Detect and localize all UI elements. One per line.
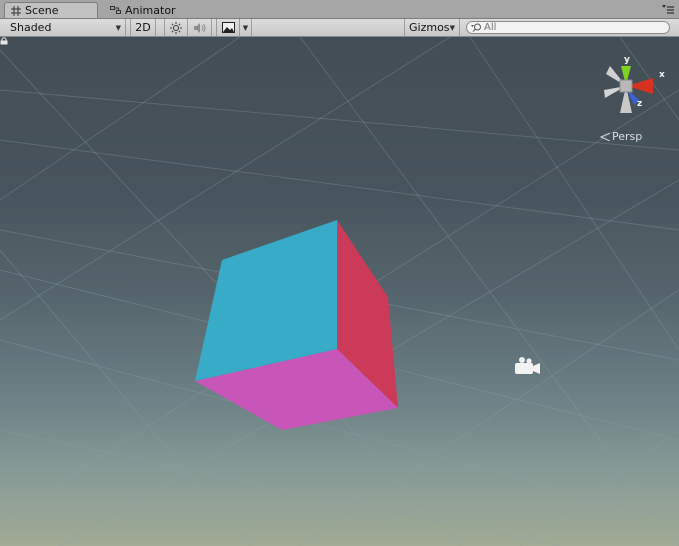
search-icon — [471, 23, 481, 32]
search-field[interactable] — [466, 21, 670, 34]
gizmos-label: Gizmos — [409, 21, 450, 34]
tab-animator[interactable]: Animator — [104, 2, 188, 18]
gizmo-center-cube — [619, 79, 633, 93]
sun-icon — [170, 21, 182, 34]
2d-mode-label: 2D — [135, 21, 151, 34]
cube[interactable] — [195, 220, 398, 430]
2d-mode-toggle[interactable]: 2D — [130, 19, 156, 36]
animator-icon — [110, 6, 121, 14]
chevron-down-icon: ▼ — [115, 24, 121, 32]
scene-viewport[interactable] — [0, 37, 679, 546]
grid-icon — [11, 5, 21, 16]
window-menu-icon[interactable] — [661, 3, 675, 15]
perspective-icon — [600, 132, 610, 141]
tab-scene[interactable]: Scene — [4, 2, 98, 18]
tab-scene-label: Scene — [25, 4, 59, 17]
image-icon — [221, 22, 235, 33]
projection-toggle[interactable]: Persp — [600, 130, 642, 143]
scene-effects-dropdown[interactable]: ▼ — [240, 19, 252, 36]
scene-effects-toggle[interactable] — [216, 19, 240, 36]
speaker-icon — [193, 22, 205, 33]
camera-icon[interactable] — [515, 357, 540, 374]
gizmo-label-x: x — [659, 70, 665, 80]
gizmos-dropdown[interactable]: Gizmos ▼ — [404, 19, 460, 36]
scene-audio-toggle[interactable] — [188, 19, 212, 36]
shading-mode-dropdown[interactable]: Shaded ▼ — [4, 19, 126, 36]
gizmo-label-y: y — [624, 55, 630, 65]
lock-icon[interactable] — [0, 37, 8, 45]
shading-mode-label: Shaded — [10, 21, 52, 34]
chevron-down-icon: ▼ — [242, 23, 249, 32]
projection-label: Persp — [612, 130, 643, 143]
scene-lighting-toggle[interactable] — [164, 19, 188, 36]
tab-animator-label: Animator — [125, 3, 176, 17]
tab-bar: Scene Animator — [0, 0, 679, 19]
chevron-down-icon: ▼ — [449, 24, 455, 32]
gizmo-label-z: z — [637, 99, 643, 109]
search-input[interactable] — [482, 22, 654, 33]
